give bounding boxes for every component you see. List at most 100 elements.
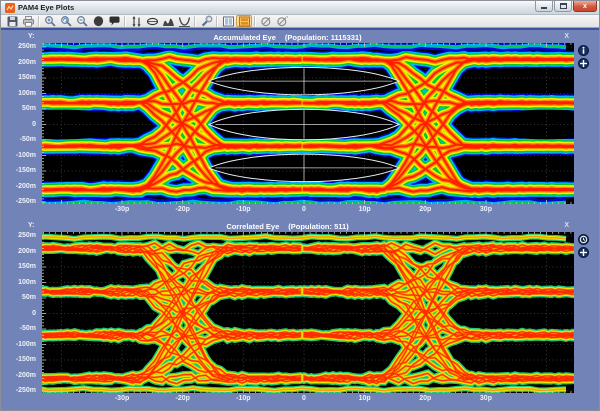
clock-icon: [579, 235, 588, 244]
y-tick-label: 200m: [18, 59, 36, 67]
info-icon: [579, 46, 588, 55]
y-tick-label: 50m: [22, 105, 36, 113]
y-tick-label: -200m: [16, 372, 36, 380]
x-axis-close-label[interactable]: X: [564, 33, 569, 40]
x-tick-label: -30p: [115, 395, 129, 402]
settings-wrench-icon: [200, 15, 213, 28]
y-tick-label: 150m: [18, 263, 36, 271]
y-tick-label: 250m: [18, 232, 36, 240]
accumulated-eye-chart[interactable]: [42, 43, 574, 204]
plot-title: Correlated Eye(Population: 511): [1, 222, 574, 231]
histogram-button[interactable]: [160, 15, 176, 27]
add-cursor-button[interactable]: [578, 247, 589, 258]
plus-icon: [579, 59, 588, 68]
accumulated-eye-body: 250m200m150m100m50m0-50m-100m-150m-200m-…: [1, 43, 600, 204]
settings-wrench-button[interactable]: [198, 15, 214, 27]
y-tick-label: 0: [32, 121, 36, 129]
y-tick-label: -100m: [16, 152, 36, 160]
x-tick-label: 20p: [419, 206, 431, 213]
maximize-button[interactable]: [554, 1, 572, 12]
x-tick-label: -10p: [236, 395, 250, 402]
zoom-in-button[interactable]: [42, 15, 58, 27]
save-icon: [6, 15, 19, 28]
y-tick-label: -200m: [16, 183, 36, 191]
maximize-icon: [560, 3, 567, 9]
phase-clock-1-icon: [260, 15, 273, 28]
accumulated-eye-block: Y: Accumulated Eye(Population: 1115331) …: [1, 31, 600, 218]
y-tick-label: 100m: [18, 90, 36, 98]
window-controls: x: [535, 1, 597, 12]
correlated-eye-chart[interactable]: [42, 232, 574, 393]
y-tick-label: -50m: [20, 136, 36, 144]
data-cursor-icon: [108, 15, 121, 28]
toolbar: [1, 15, 599, 28]
y-tick-label: -150m: [16, 167, 36, 175]
layout-rows-icon: [238, 15, 251, 28]
app-icon: [5, 3, 15, 13]
toolbar-separator: [254, 16, 256, 27]
y-tick-label: 100m: [18, 279, 36, 287]
eye-mask-icon: [146, 15, 159, 28]
zoom-reset-button[interactable]: [58, 15, 74, 27]
close-icon: x: [583, 3, 587, 10]
minimize-icon: [541, 7, 547, 9]
bathtub-icon: [178, 15, 191, 28]
y-tick-label: 150m: [18, 74, 36, 82]
info-button[interactable]: [578, 45, 589, 56]
population-label: (Population: 511): [288, 222, 348, 231]
data-cursor-button[interactable]: [106, 15, 122, 27]
accumulated-eye-header: Y: Accumulated Eye(Population: 1115331) …: [1, 31, 600, 43]
y-tick-label: 50m: [22, 294, 36, 302]
x-tick-label: -20p: [175, 206, 189, 213]
x-tick-label: 20p: [419, 395, 431, 402]
pan-button[interactable]: [90, 15, 106, 27]
correlated-eye-header: Y: Correlated Eye(Population: 511) X: [1, 220, 600, 232]
y-tick-label: 0: [32, 310, 36, 318]
toolbar-separator: [216, 16, 218, 27]
toolbar-separator: [124, 16, 126, 27]
x-tick-label: 30p: [480, 395, 492, 402]
toolbar-separator: [194, 16, 196, 27]
minimize-button[interactable]: [535, 1, 553, 12]
zoom-in-icon: [44, 15, 57, 28]
fit-vertical-button[interactable]: [128, 15, 144, 27]
print-button[interactable]: [20, 15, 36, 27]
x-tick-label: 10p: [359, 395, 371, 402]
y-tick-label: -100m: [16, 341, 36, 349]
x-tick-labels: -30p-20p-10p010p20p30p: [1, 204, 600, 218]
accumulated-side-buttons: [578, 45, 589, 69]
clock-button[interactable]: [578, 234, 589, 245]
x-tick-label: -10p: [236, 206, 250, 213]
pan-icon: [92, 15, 105, 28]
zoom-reset-icon: [60, 15, 73, 28]
x-tick-label: 10p: [359, 206, 371, 213]
phase-clock-2-icon: [276, 15, 289, 28]
save-button[interactable]: [4, 15, 20, 27]
population-label: (Population: 1115331): [285, 33, 362, 42]
fit-vertical-icon: [130, 15, 143, 28]
y-tick-labels: 250m200m150m100m50m0-50m-100m-150m-200m-…: [1, 43, 39, 204]
plot-panel: Y: Accumulated Eye(Population: 1115331) …: [1, 28, 599, 410]
histogram-icon: [162, 15, 175, 28]
phase-clock-1-button[interactable]: [258, 15, 274, 27]
layout-rows-button[interactable]: [236, 15, 252, 27]
bathtub-button[interactable]: [176, 15, 192, 27]
correlated-eye-body: 250m200m150m100m50m0-50m-100m-150m-200m-…: [1, 232, 600, 393]
y-tick-label: 200m: [18, 248, 36, 256]
print-icon: [22, 15, 35, 28]
layout-columns-button[interactable]: [220, 15, 236, 27]
plus-icon: [579, 248, 588, 257]
x-tick-label: -20p: [175, 395, 189, 402]
x-tick-label: -30p: [115, 206, 129, 213]
zoom-out-button[interactable]: [74, 15, 90, 27]
phase-clock-2-button[interactable]: [274, 15, 290, 27]
accumulated-eye-title: Accumulated Eye: [213, 33, 276, 42]
x-tick-labels: -30p -20p -10p 0 10p 20p 30p: [1, 393, 600, 407]
y-tick-label: 250m: [18, 43, 36, 51]
close-button[interactable]: x: [573, 1, 597, 12]
eye-mask-button[interactable]: [144, 15, 160, 27]
x-tick-label: 0: [302, 395, 306, 402]
y-tick-labels: 250m200m150m100m50m0-50m-100m-150m-200m-…: [1, 232, 39, 393]
x-axis-close-label[interactable]: X: [564, 222, 569, 229]
add-cursor-button[interactable]: [578, 58, 589, 69]
